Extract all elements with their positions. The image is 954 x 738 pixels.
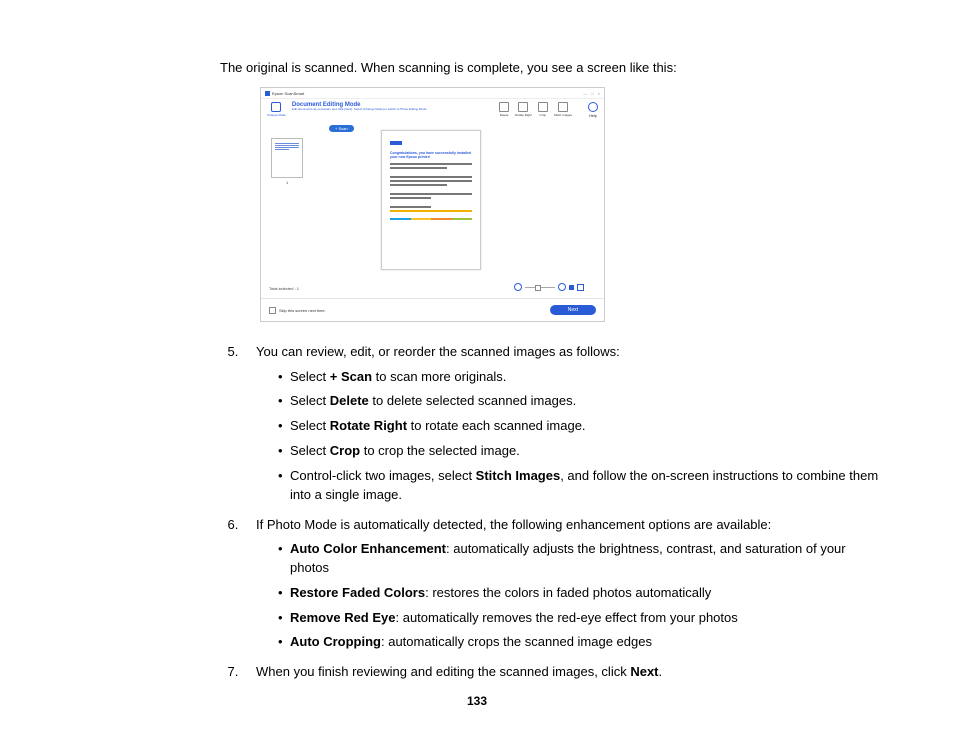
delete-label: Delete [500, 113, 509, 117]
next-button: Next [550, 305, 596, 315]
list-item: Control-click two images, select Stitch … [278, 467, 884, 505]
page-number: 133 [0, 694, 954, 708]
change-mode-icon [271, 102, 281, 112]
tool-delete: Delete [499, 102, 509, 117]
step-6: If Photo Mode is automatically detected,… [242, 515, 884, 653]
view-grid-icon [569, 285, 574, 290]
body: 1 Congratulations, you have successfully… [261, 130, 604, 290]
rotate-label: Rotate Right [515, 113, 532, 117]
crop-icon [538, 102, 548, 112]
list-item: Select Rotate Right to rotate each scann… [278, 417, 884, 436]
steps-list: You can review, edit, or reorder the sca… [220, 342, 884, 682]
thumb-number: 1 [286, 180, 288, 185]
tool-rotate: Rotate Right [515, 102, 532, 117]
step-5-bullets: Select + Scan to scan more originals. Se… [256, 368, 884, 505]
thumbnail: 1 [271, 138, 303, 178]
preview-title: Congratulations, you have successfully i… [390, 151, 472, 159]
step-5: You can review, edit, or reorder the sca… [242, 342, 884, 505]
view-single-icon [577, 284, 584, 291]
footer: Skip this screen next time. Next [261, 298, 604, 321]
toolbar: Delete Rotate Right Crop Stitch Images [499, 102, 572, 117]
app-screenshot: Epson ScanSmart — □ × Change Mode Docume… [260, 87, 605, 322]
skip-checkbox: Skip this screen next time. [269, 307, 326, 314]
step-6-intro: If Photo Mode is automatically detected,… [256, 517, 771, 532]
list-item: Restore Faded Colors: restores the color… [278, 584, 884, 603]
zoom-in-icon [558, 283, 566, 291]
crop-label: Crop [540, 113, 547, 117]
step-5-intro: You can review, edit, or reorder the sca… [256, 344, 620, 359]
list-item: Auto Cropping: automatically crops the s… [278, 633, 884, 652]
change-mode: Change Mode [267, 102, 286, 117]
list-item: Select Crop to crop the selected image. [278, 442, 884, 461]
list-item: Select Delete to delete selected scanned… [278, 392, 884, 411]
list-item: Select + Scan to scan more originals. [278, 368, 884, 387]
checkbox-icon [269, 307, 276, 314]
zoom-out-icon [514, 283, 522, 291]
close-icon: × [598, 91, 600, 96]
stitch-icon [558, 102, 568, 112]
app-icon [265, 91, 270, 96]
app-title: Epson ScanSmart [272, 91, 304, 96]
preview-page: Congratulations, you have successfully i… [381, 130, 481, 270]
epson-logo [390, 141, 402, 145]
status-text: Total selected : 1 [269, 286, 299, 291]
tool-crop: Crop [538, 102, 548, 117]
titlebar: Epson ScanSmart — □ × [261, 88, 604, 99]
skip-label: Skip this screen next time. [279, 308, 326, 313]
zoom-slider [525, 287, 555, 288]
help-icon [588, 102, 598, 112]
step-7: When you finish reviewing and editing th… [242, 662, 884, 682]
header-subtitle: Edit documents as necessary and click [N… [292, 108, 493, 112]
step-6-bullets: Auto Color Enhancement: automatically ad… [256, 540, 884, 652]
header: Change Mode Document Editing Mode Edit d… [261, 99, 604, 130]
tool-stitch: Stitch Images [554, 102, 572, 117]
help: Help [588, 102, 598, 118]
stitch-label: Stitch Images [554, 113, 572, 117]
rotate-icon [518, 102, 528, 112]
intro-text: The original is scanned. When scanning i… [220, 60, 884, 75]
delete-icon [499, 102, 509, 112]
zoom-bar [514, 283, 584, 291]
minimize-icon: — [583, 91, 587, 96]
change-mode-label: Change Mode [267, 113, 286, 117]
list-item: Remove Red Eye: automatically removes th… [278, 609, 884, 628]
list-item: Auto Color Enhancement: automatically ad… [278, 540, 884, 578]
help-label: Help [589, 113, 597, 118]
maximize-icon: □ [591, 91, 593, 96]
